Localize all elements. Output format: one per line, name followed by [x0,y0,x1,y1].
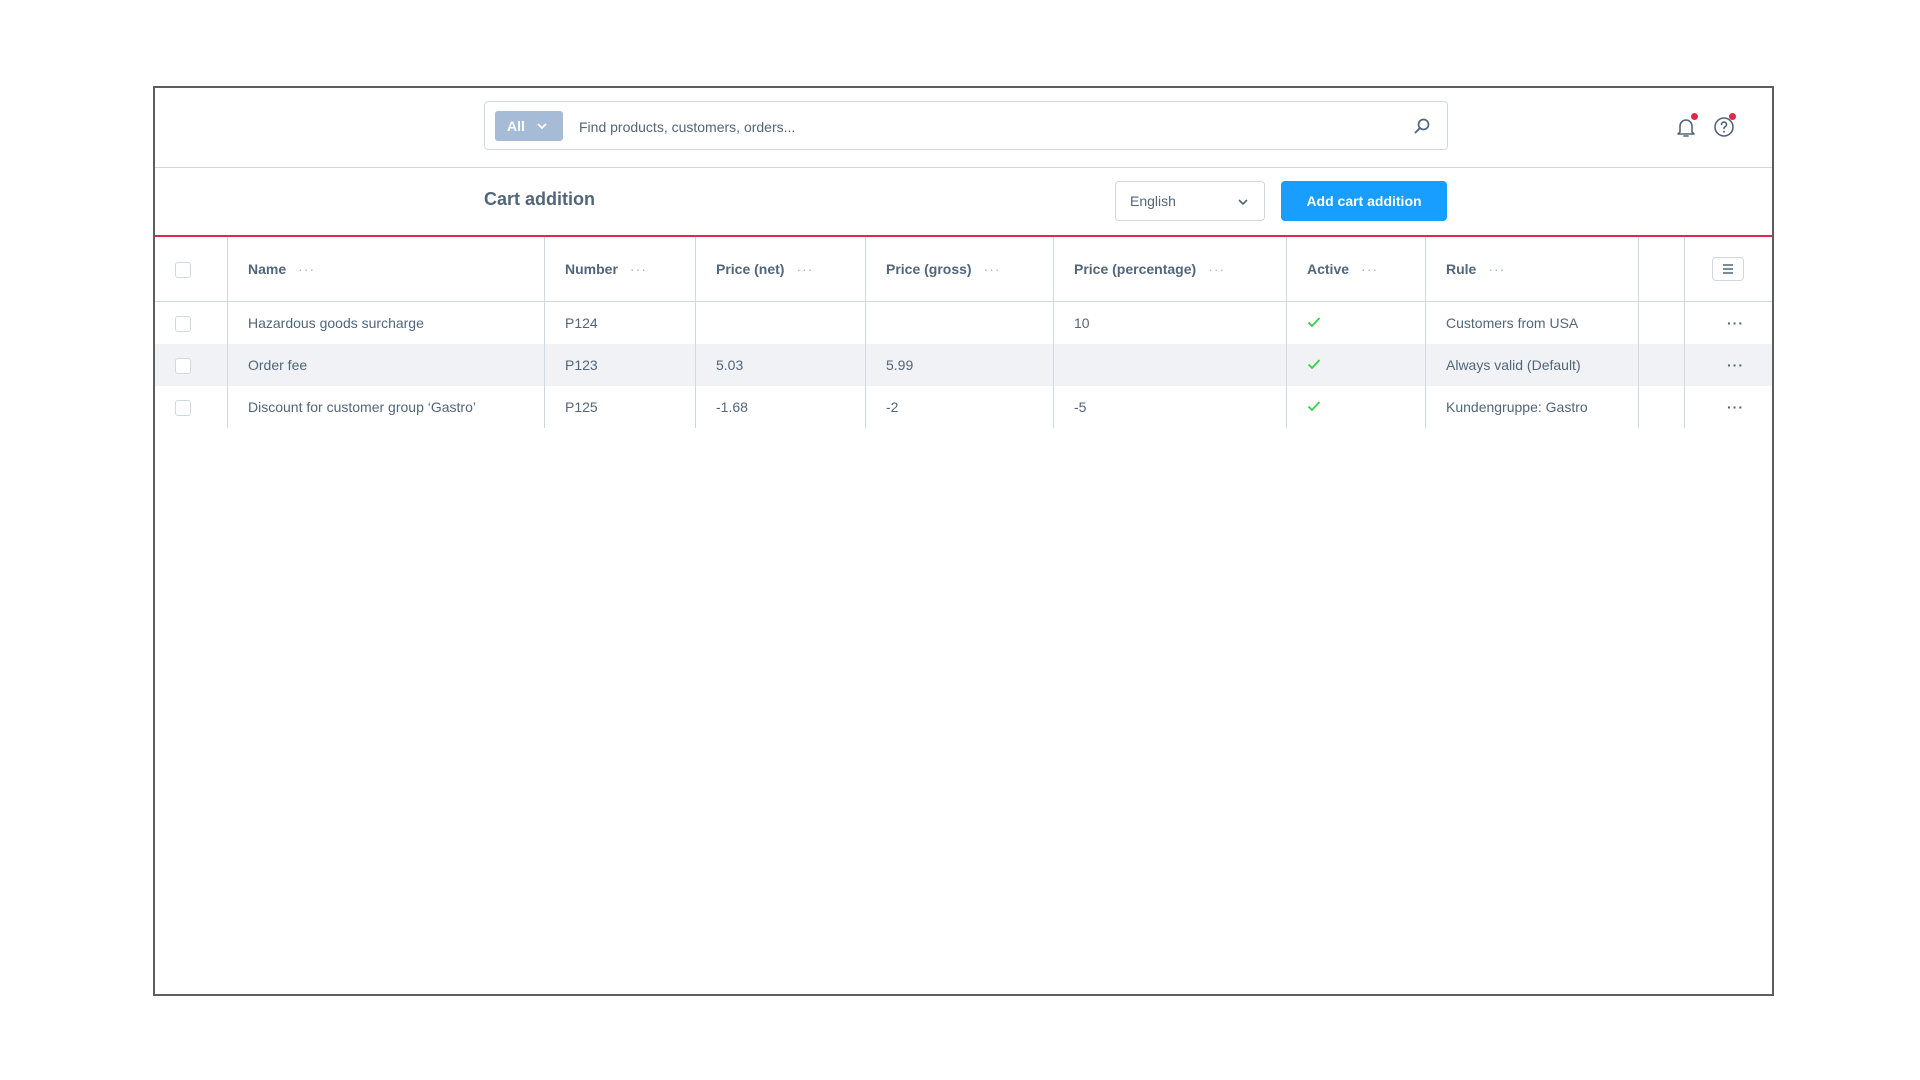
top-icons [1674,113,1736,139]
language-value: English [1130,193,1176,209]
more-icon[interactable]: ··· [1727,315,1744,331]
check-icon [1307,401,1321,412]
global-search: All [484,101,1448,150]
page-header: Cart addition English Add cart addition [155,167,1772,237]
column-menu-icon[interactable]: ··· [298,261,315,277]
more-icon[interactable]: ··· [1727,357,1744,373]
column-label: Price (net) [716,261,785,277]
select-all-cell [155,237,228,302]
notification-badge [1691,113,1698,120]
cell-actions: ··· [1684,344,1772,386]
cell-number: P125 [544,386,696,428]
cell-price-gross: 5.99 [865,344,1054,386]
search-input[interactable] [577,110,1401,144]
cell-active [1286,386,1426,428]
cell-number: P123 [544,344,696,386]
row-checkbox[interactable] [175,357,191,374]
column-label: Price (gross) [886,261,972,277]
cart-addition-table: Name ··· Number ··· Price (net) ··· Price (… [155,237,1772,428]
column-menu-icon[interactable]: ··· [984,261,1001,277]
cell-actions: ··· [1685,386,1773,428]
row-select-cell [155,344,228,386]
cell-price-gross [865,301,1054,344]
cell-active [1286,344,1426,386]
column-header-price-percentage[interactable]: Price (percentage) ··· [1053,237,1287,302]
check-icon [1307,359,1321,370]
more-icon[interactable]: ··· [1727,399,1744,415]
cell-active [1286,301,1426,344]
search-icon[interactable] [1413,117,1431,135]
cell-rule: Kundengruppe: Gastro [1425,386,1639,428]
cell-price-gross: -2 [865,386,1054,428]
cell-name[interactable]: Discount for customer group ‘Gastro’ [227,386,545,428]
column-menu-icon[interactable]: ··· [796,261,813,277]
column-label: Rule [1446,261,1477,277]
cell-name[interactable]: Hazardous goods surcharge [227,301,545,344]
column-label: Name [248,261,287,277]
cell-price-net [695,301,866,344]
cell-name[interactable]: Order fee [227,344,545,386]
table-header-row: Name ··· Number ··· Price (net) ··· Price (… [155,237,1772,302]
cell-spacer [1638,386,1685,428]
chevron-down-icon [1238,199,1248,206]
column-header-active[interactable]: Active ··· [1286,237,1426,302]
list-settings-icon [1723,264,1733,274]
cell-spacer [1638,301,1685,344]
cell-number: P124 [544,301,696,344]
cell-price-percentage: -5 [1053,386,1287,428]
top-bar: All [155,88,1772,168]
column-header-price-net[interactable]: Price (net) ··· [695,237,866,302]
help-badge [1729,113,1736,120]
row-checkbox[interactable] [175,399,191,416]
row-checkbox[interactable] [175,315,191,332]
column-header-spacer [1638,237,1685,302]
column-menu-icon[interactable]: ··· [1361,261,1378,277]
column-label: Active [1307,261,1350,277]
help-button[interactable] [1712,113,1736,139]
column-menu-icon[interactable]: ··· [630,261,647,277]
table-row[interactable]: Discount for customer group ‘Gastro’ P12… [155,386,1772,428]
cell-price-net: -1.68 [695,386,866,428]
cell-price-net: 5.03 [695,344,866,386]
check-icon [1307,317,1321,328]
column-header-number[interactable]: Number ··· [544,237,696,302]
notifications-button[interactable] [1674,113,1698,139]
table-row[interactable]: Order fee P123 5.03 5.99 Always valid (D… [155,344,1772,386]
column-settings-button[interactable] [1712,257,1744,281]
table-row[interactable]: Hazardous goods surcharge P124 10 Custom… [155,301,1773,345]
column-settings-cell [1684,237,1772,302]
column-menu-icon[interactable]: ··· [1208,261,1225,277]
app-window: All Find products, customers, orders... … [153,86,1774,996]
cell-spacer [1638,344,1685,386]
cell-rule: Customers from USA [1425,301,1639,344]
column-label: Number [565,261,618,277]
search-type-dropdown[interactable]: All [495,111,563,141]
row-select-cell [155,301,228,344]
select-all-checkbox[interactable] [175,261,191,278]
language-select[interactable]: English [1115,181,1265,221]
column-header-name[interactable]: Name ··· [227,237,545,302]
cell-actions: ··· [1685,302,1773,345]
cell-rule: Always valid (Default) [1425,344,1639,386]
column-header-price-gross[interactable]: Price (gross) ··· [865,237,1054,302]
chevron-down-icon [537,123,547,130]
cell-price-percentage [1053,344,1287,386]
page-title: Cart addition [484,189,595,209]
row-select-cell [155,386,228,428]
add-cart-addition-button[interactable]: Add cart addition [1281,181,1447,221]
search-type-label: All [507,118,525,134]
column-label: Price (percentage) [1074,261,1197,277]
cell-price-percentage: 10 [1053,301,1287,344]
column-menu-icon[interactable]: ··· [1488,261,1505,277]
column-header-rule[interactable]: Rule ··· [1425,237,1639,302]
